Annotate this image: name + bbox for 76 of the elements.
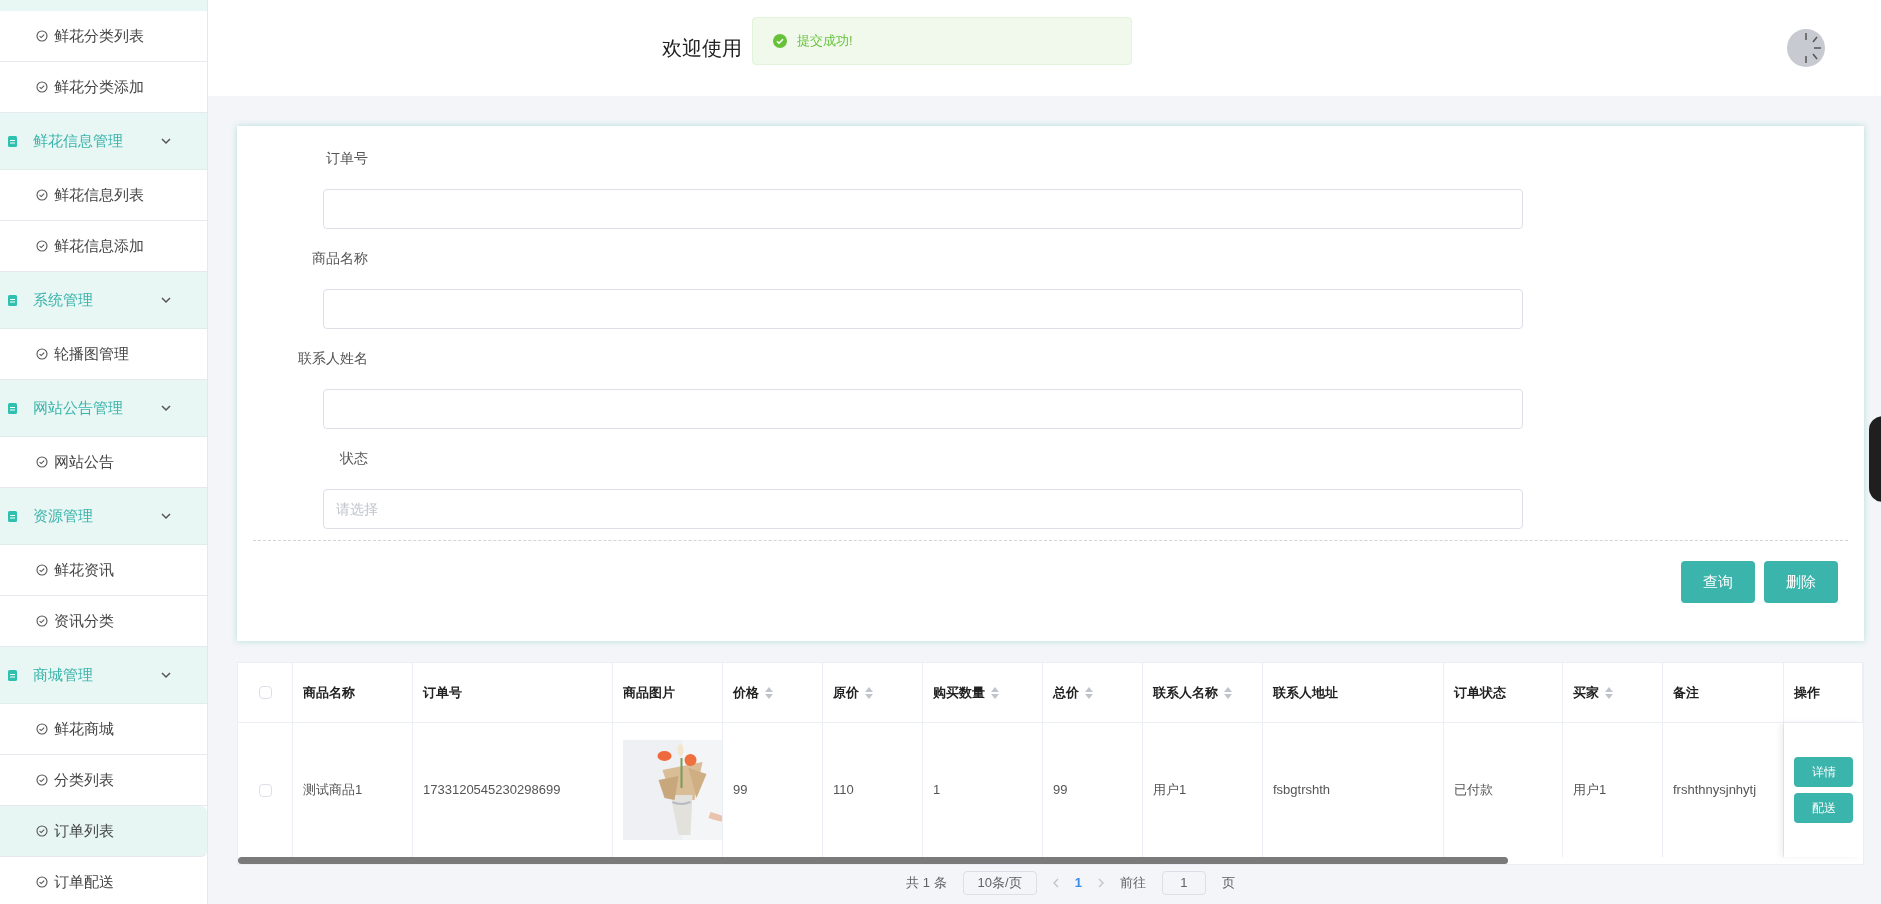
column-header: 订单号: [413, 663, 613, 722]
table-cell-text: 已付款: [1454, 781, 1493, 800]
document-icon: [8, 510, 17, 522]
check-circle-icon: [36, 81, 48, 93]
scrollbar-thumb[interactable]: [238, 857, 1508, 864]
column-header: 总价: [1043, 663, 1143, 722]
column-header: 操作: [1784, 663, 1863, 722]
field-label: 联系人姓名: [298, 350, 368, 366]
input-field[interactable]: [323, 389, 1523, 429]
column-header: 购买数量: [923, 663, 1043, 722]
next-page-icon[interactable]: [1097, 878, 1104, 888]
check-circle-icon: [36, 456, 48, 468]
toast-message: 提交成功!: [797, 32, 853, 51]
document-icon: [8, 135, 17, 147]
check-circle-icon: [36, 189, 48, 201]
column-header: 联系人名称: [1143, 663, 1263, 722]
check-circle-icon: [36, 348, 48, 360]
page-suffix: 页: [1221, 874, 1235, 893]
column-header: 价格: [723, 663, 823, 722]
column-header: 买家: [1563, 663, 1663, 722]
table-cell-text: 用户1: [1153, 781, 1187, 800]
welcome-text: 欢迎使用: [662, 36, 742, 61]
prev-page-icon[interactable]: [1052, 878, 1059, 888]
row-checkbox[interactable]: [258, 783, 272, 797]
sort-icon[interactable]: [865, 686, 873, 699]
column-header: 商品名称: [293, 663, 413, 722]
check-circle-icon: [36, 564, 48, 576]
chevron-icon: [161, 512, 171, 520]
sidebar-item[interactable]: 订单列表: [0, 806, 207, 857]
avatar-icon[interactable]: [1787, 29, 1825, 67]
goto-label: 前往: [1119, 874, 1146, 893]
sidebar-group[interactable]: [0, 0, 207, 11]
sort-icon[interactable]: [991, 686, 999, 699]
check-circle-icon: [36, 825, 48, 837]
column-header: 商品图片: [613, 663, 723, 722]
check-circle-icon: [36, 30, 48, 42]
table-cell-text: 110: [833, 781, 854, 800]
chevron-icon: [161, 671, 171, 679]
column-header: 订单状态: [1444, 663, 1563, 722]
chevron-icon: [161, 296, 171, 304]
table-cell-text: 测试商品1: [303, 781, 363, 800]
table-cell-text: 用户1: [1573, 781, 1607, 800]
page-size-select[interactable]: 10条/页: [962, 871, 1037, 895]
table-cell-text: 99: [733, 781, 748, 800]
check-circle-icon: [36, 615, 48, 627]
check-circle-icon: [36, 876, 48, 888]
success-icon: [773, 34, 787, 48]
status-select[interactable]: 请选择: [323, 489, 1523, 529]
table-cell-text: fsbgtrshth: [1273, 781, 1331, 800]
table-cell-text: 1: [933, 781, 941, 800]
sort-icon[interactable]: [1085, 686, 1093, 699]
column-header: 原价: [823, 663, 923, 722]
select-all-checkbox[interactable]: [258, 686, 272, 699]
column-header: 联系人地址: [1263, 663, 1444, 722]
input-field[interactable]: [323, 289, 1523, 329]
table-cell-text: 99: [1053, 781, 1068, 800]
field-label: 状态: [340, 450, 368, 466]
sort-icon[interactable]: [765, 686, 773, 699]
field-label: 商品名称: [312, 250, 368, 266]
check-circle-icon: [36, 723, 48, 735]
input-field[interactable]: [323, 189, 1523, 229]
field-label: 订单号: [326, 150, 368, 166]
document-icon: [8, 669, 17, 681]
column-header: 备注: [1663, 663, 1784, 722]
sort-icon[interactable]: [1605, 686, 1613, 699]
document-icon: [8, 294, 17, 306]
goto-page-field[interactable]: 1: [1161, 871, 1206, 895]
document-icon: [8, 402, 17, 414]
chevron-icon: [161, 137, 171, 145]
sort-icon[interactable]: [1224, 686, 1232, 699]
table-cell-text: frshthnysjnhytj: [1673, 781, 1757, 800]
check-circle-icon: [36, 240, 48, 252]
chevron-icon: [161, 404, 171, 412]
check-circle-icon: [36, 774, 48, 786]
table-cell-text: 1733120545230298699: [423, 781, 561, 800]
total-count: 共 1 条: [906, 874, 947, 893]
